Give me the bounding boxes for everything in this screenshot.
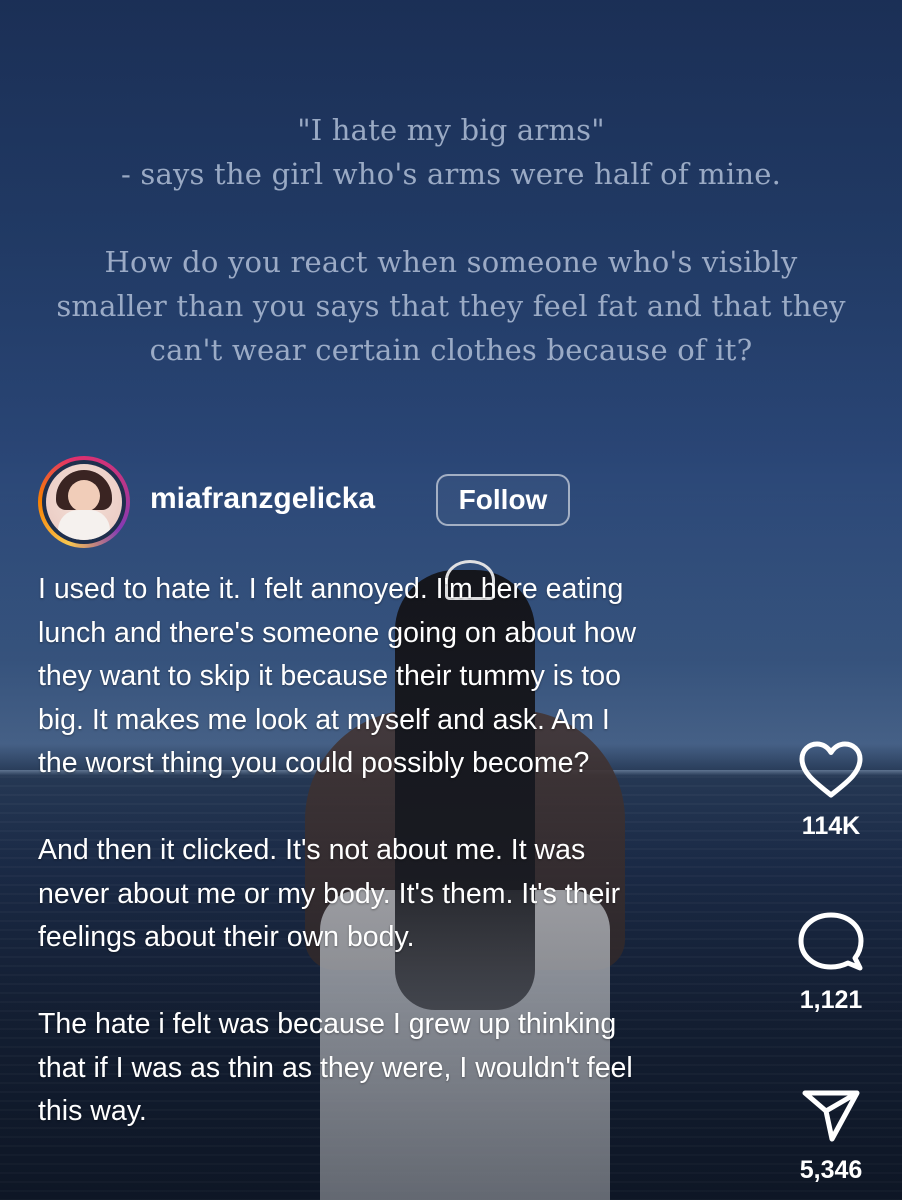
follow-button[interactable]: Follow <box>436 474 570 526</box>
caption-line: big. It makes me look at myself and ask.… <box>38 703 610 736</box>
quote-overlay: "I hate my big arms" - says the girl who… <box>0 108 902 372</box>
share-button[interactable]: 5,346 <box>786 1088 876 1185</box>
quote-line: - says the girl who's arms were half of … <box>120 157 782 191</box>
quote-line: smaller than you says that they feel fat… <box>56 289 846 323</box>
caption-line: they want to skip it because their tummy… <box>38 660 621 692</box>
comment-button[interactable]: 1,121 <box>786 912 876 1015</box>
quote-line: can't wear certain clothes because of it… <box>149 333 753 367</box>
caption-line: that if I was as thin as they were, I wo… <box>38 1051 633 1084</box>
caption-line: And then it clicked. It's not about me. … <box>38 834 586 866</box>
username-link[interactable]: miafranzgelicka <box>150 482 375 516</box>
comment-bubble-icon <box>798 912 864 971</box>
post-caption[interactable]: I used to hate it. I felt annoyed. I'm h… <box>38 568 758 1134</box>
post-header: miafranzgelicka Follow <box>38 456 638 548</box>
like-button[interactable]: 114K <box>786 740 876 841</box>
caption-line: never about me or my body. It's them. It… <box>38 877 621 910</box>
paper-plane-icon <box>802 1090 860 1142</box>
caption-line: lunch and there's someone going on about… <box>38 616 637 649</box>
heart-icon <box>799 741 863 798</box>
avatar-image <box>46 464 122 540</box>
caption-line: The hate i felt was because I grew up th… <box>38 1008 617 1040</box>
like-count: 114K <box>801 812 861 840</box>
caption-line: the worst thing you could possibly becom… <box>38 747 590 779</box>
caption-line: I used to hate it. I felt annoyed. I'm h… <box>38 573 624 605</box>
caption-line: feelings about their own body. <box>38 921 415 953</box>
quote-line: How do you react when someone who's visi… <box>104 245 798 279</box>
quote-line: "I hate my big arms" <box>297 113 605 147</box>
caption-line: this way. <box>38 1095 147 1127</box>
share-count: 5,346 <box>799 1156 863 1184</box>
comment-count: 1,121 <box>799 986 863 1014</box>
avatar[interactable] <box>38 456 130 548</box>
